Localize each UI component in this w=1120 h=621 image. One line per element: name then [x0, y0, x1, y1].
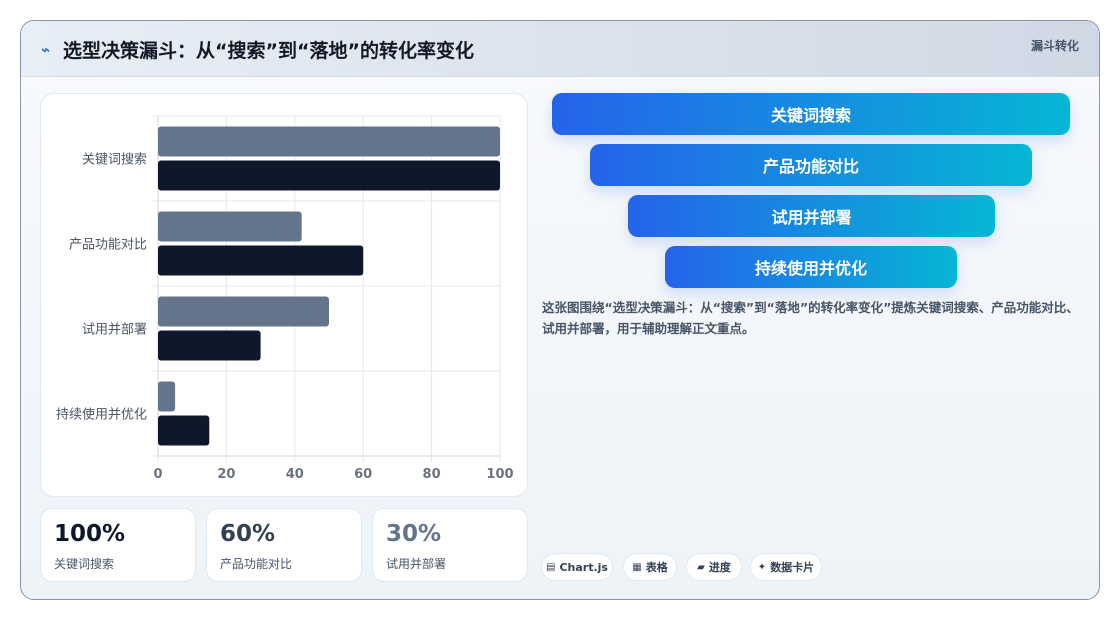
stat-value: 30%: [386, 521, 442, 547]
stat-value: 60%: [220, 521, 276, 547]
bar: [158, 160, 500, 191]
category-tag: 漏斗转化: [1030, 39, 1079, 53]
x-tick-label: 80: [423, 467, 441, 482]
stat-card-compare: 60% 产品功能对比: [206, 508, 362, 582]
chart-icon: ▤: [546, 561, 556, 573]
chip-data-card[interactable]: ✦ 数据卡片: [750, 553, 822, 581]
chip-label: 表格: [645, 561, 668, 574]
bar: [158, 296, 329, 327]
x-tick-label: 100: [486, 467, 513, 482]
chip-chartjs[interactable]: ▤ Chart.js: [541, 553, 613, 581]
stat-card-search: 100% 关键词搜索: [40, 508, 196, 582]
bar: [158, 126, 500, 157]
table-icon: ▦: [632, 561, 642, 573]
bar: [158, 330, 261, 361]
x-tick-label: 40: [286, 467, 304, 482]
chip-table[interactable]: ▦ 表格: [623, 553, 677, 581]
x-tick-label: 20: [217, 467, 235, 482]
bar: [158, 245, 364, 276]
bar-chart: 0 20 40 60 80 100 关键词搜索产品功能对比试用并部署持续使用并优化: [56, 115, 514, 482]
sparkle-icon: ✦: [757, 561, 767, 573]
page-title: 选型决策漏斗：从“搜索”到“落地”的转化率变化: [63, 40, 474, 62]
bar: [158, 415, 210, 446]
bar-chart-panel: 0 20 40 60 80 100 关键词搜索产品功能对比试用并部署持续使用并优化: [40, 93, 528, 497]
funnel-step-trial: 试用并部署: [628, 195, 995, 237]
chip-label: Chart.js: [559, 560, 608, 574]
stat-label: 试用并部署: [386, 557, 447, 571]
stat-card-trial: 30% 试用并部署: [372, 508, 528, 582]
stat-value: 100%: [54, 521, 126, 547]
header: ⌁ 选型决策漏斗：从“搜索”到“落地”的转化率变化 漏斗转化: [21, 21, 1099, 77]
y-category-label: 产品功能对比: [69, 238, 147, 253]
y-category-label: 持续使用并优化: [56, 407, 147, 423]
stat-label: 产品功能对比: [220, 557, 293, 571]
chip-label: 进度: [708, 561, 731, 574]
bar: [158, 211, 302, 242]
lightning-icon: ⌁: [37, 40, 55, 59]
description-text: 这张图围绕“选型决策漏斗：从“搜索”到“落地”的转化率变化”提炼关键词搜索、产品…: [542, 300, 1079, 336]
y-category-label: 试用并部署: [82, 323, 147, 338]
x-tick-label: 60: [354, 467, 372, 482]
y-category-label: 关键词搜索: [82, 153, 147, 168]
funnel-step-compare: 产品功能对比: [590, 144, 1032, 186]
funnel-step-optimize: 持续使用并优化: [665, 246, 957, 288]
chip-progress[interactable]: ▰ 进度: [686, 553, 742, 581]
main-card: ⌁ 选型决策漏斗：从“搜索”到“落地”的转化率变化 漏斗转化 0 20 40 60 80…: [20, 20, 1100, 600]
stat-label: 关键词搜索: [54, 557, 115, 571]
x-tick-label: 0: [153, 467, 162, 482]
funnel-step-search: 关键词搜索: [552, 93, 1070, 135]
chip-label: 数据卡片: [770, 561, 815, 574]
bar: [158, 381, 176, 412]
progress-icon: ▰: [697, 561, 705, 573]
